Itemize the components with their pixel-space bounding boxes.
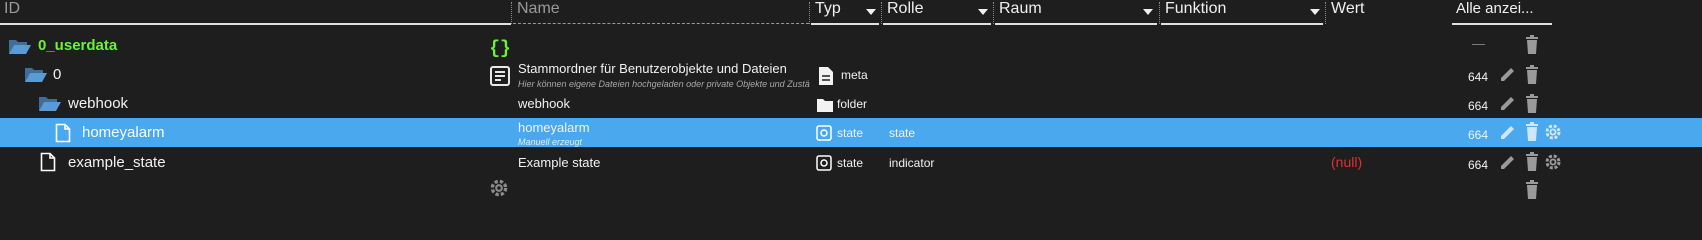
function-column-label: Funktion [1165,0,1227,17]
chevron-down-icon [1143,9,1153,15]
table-header: ID Name Typ Rolle Raum Funktion Wert All… [0,0,1702,26]
object-type: meta [841,68,868,82]
object-name: Example state [518,155,601,170]
table-row[interactable]: webhook webhook folder 664 [0,89,1702,121]
function-filter-select[interactable]: Funktion [1161,0,1323,25]
column-resizer[interactable] [511,2,512,24]
chevron-down-icon [978,9,988,15]
object-role: state [889,126,916,140]
object-id: 0 [53,66,62,83]
id-filter-input[interactable]: ID [0,0,511,25]
type-filter-underline [811,23,879,25]
object-type: state [837,126,864,140]
table-row[interactable]: 0 Stammordner für Benutzerobjekte und Da… [0,60,1702,92]
object-name: Stammordner für Benutzerobjekte und Date… [518,61,787,76]
room-column-label: Raum [999,0,1042,17]
object-type: folder [837,97,868,111]
gear-icon[interactable] [1544,123,1562,141]
table-row-partial[interactable] [0,176,1702,202]
file-text-icon [819,67,833,85]
file-icon[interactable] [55,123,71,143]
role-filter-select[interactable]: Rolle [883,0,991,25]
object-id: webhook [68,95,129,112]
function-filter-underline [1161,23,1323,25]
object-description: Manuell erzeugt [518,137,583,147]
name-filter-input[interactable]: Name [513,0,809,24]
gear-icon [490,179,508,197]
state-icon [816,155,832,171]
chevron-down-icon [866,9,876,15]
id-column-label: ID [4,0,20,17]
column-resizer[interactable] [993,2,994,24]
type-filter-select[interactable]: Typ [811,0,879,25]
object-description: Hier können eigene Dateien hochgeladen o… [518,79,810,89]
room-filter-select[interactable]: Raum [995,0,1157,25]
role-column-label: Rolle [887,0,924,17]
trash-icon[interactable] [1524,94,1540,114]
gear-icon[interactable] [1544,153,1562,171]
column-resizer[interactable] [809,2,810,24]
column-resizer[interactable] [881,2,882,24]
pencil-icon[interactable] [1499,65,1517,83]
svg-text:{}: {} [489,39,511,57]
folder-open-icon[interactable] [24,66,48,84]
show-all-select[interactable]: Alle anzei... [1452,0,1552,25]
trash-icon[interactable] [1524,152,1540,172]
chevron-down-icon [1310,9,1320,15]
id-filter-underline [0,23,511,25]
curly-braces-icon[interactable]: {} [489,37,511,57]
pencil-icon[interactable] [1499,94,1517,112]
name-filter-underline [513,23,809,24]
name-column-label: Name [517,0,560,17]
trash-icon[interactable] [1524,35,1540,55]
acl-value: 664 [1468,158,1489,172]
table-row[interactable]: example_state Example state state indica… [0,147,1702,179]
acl-value: 664 [1468,99,1489,113]
table-row-selected[interactable]: homeyalarm homeyalarm Manuell erzeugt st… [0,118,1702,147]
acl-value: — [1472,36,1485,51]
folder-open-icon[interactable] [8,38,32,56]
type-column-label: Typ [815,0,841,17]
show-all-underline [1452,23,1552,25]
value-column-label: Wert [1331,0,1365,17]
pencil-icon[interactable] [1499,123,1517,141]
object-name: webhook [518,96,571,111]
folder-icon [817,99,833,112]
acl-value: 664 [1468,128,1489,142]
show-all-label: Alle anzei... [1456,0,1534,17]
trash-icon[interactable] [1524,122,1540,142]
column-resizer[interactable] [1325,2,1326,24]
object-name: homeyalarm [518,120,590,135]
folder-open-icon[interactable] [38,95,62,113]
file-icon[interactable] [40,152,56,172]
object-id: 0_userdata [38,37,118,54]
object-id: example_state [68,154,166,171]
document-icon [490,66,510,86]
object-value[interactable]: (null) [1331,154,1362,170]
object-id: homeyalarm [82,124,165,141]
role-filter-underline [883,23,991,25]
acl-value: 644 [1468,70,1489,84]
trash-icon[interactable] [1524,65,1540,85]
state-icon [816,125,832,141]
pencil-icon[interactable] [1499,153,1517,171]
object-type: state [837,156,864,170]
room-filter-underline [995,23,1157,25]
object-role: indicator [889,156,935,170]
column-resizer[interactable] [1159,2,1160,24]
trash-icon[interactable] [1524,180,1540,200]
value-column-header: Wert [1327,0,1427,24]
